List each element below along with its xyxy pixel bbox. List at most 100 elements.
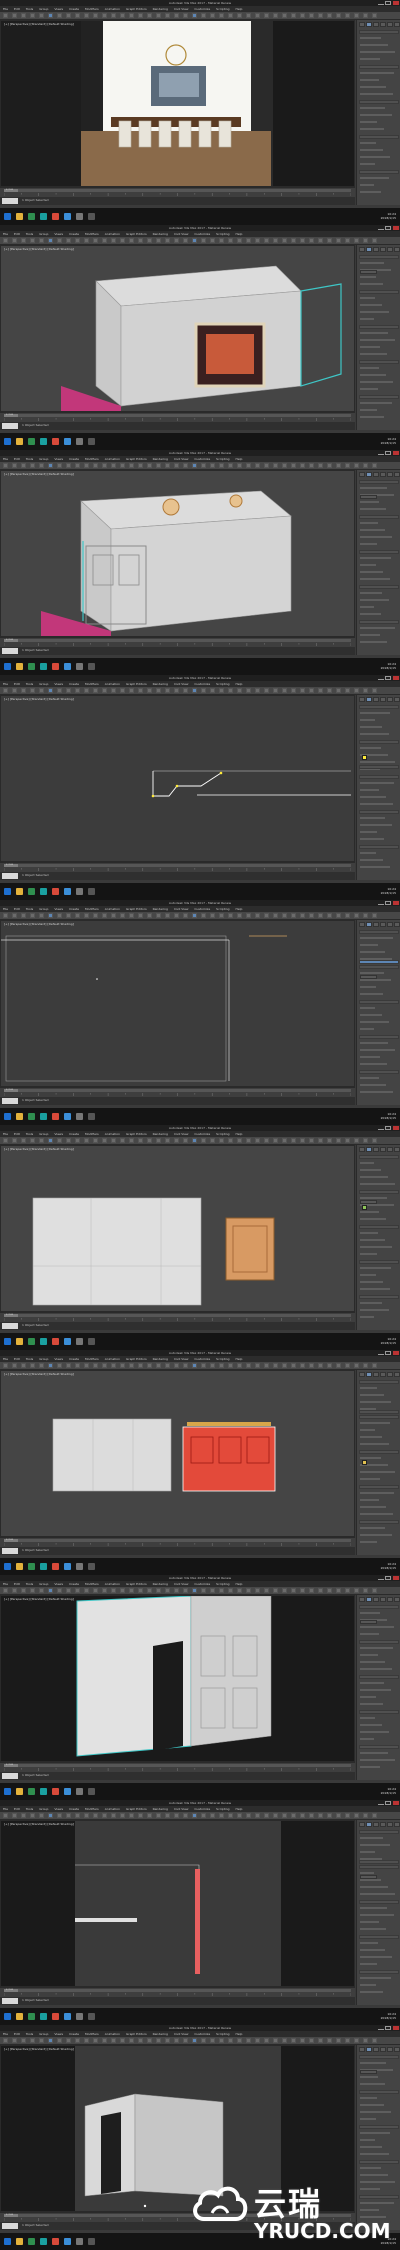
toolbar-button[interactable] xyxy=(300,463,305,468)
rotate-icon[interactable] xyxy=(21,688,26,693)
toolbar-button[interactable] xyxy=(354,1588,359,1593)
rollout-header[interactable] xyxy=(359,1935,399,1939)
app-icon[interactable] xyxy=(64,1338,71,1345)
rollout-header[interactable] xyxy=(359,360,399,364)
scale-icon[interactable] xyxy=(30,1138,35,1143)
browser-icon[interactable] xyxy=(28,1563,35,1570)
toolbar-button[interactable] xyxy=(102,13,107,18)
move-icon[interactable] xyxy=(12,2038,17,2043)
toolbar-button[interactable] xyxy=(246,913,251,918)
toolbar-button[interactable] xyxy=(246,1363,251,1368)
command-panel-tab[interactable] xyxy=(366,247,372,252)
rollout-header[interactable] xyxy=(359,1640,399,1644)
toolbar-button[interactable] xyxy=(93,1813,98,1818)
render-icon[interactable] xyxy=(372,13,377,18)
toolbar-button[interactable] xyxy=(57,1813,62,1818)
toolbar-button[interactable] xyxy=(291,688,296,693)
browser-icon[interactable] xyxy=(28,2013,35,2020)
scale-icon[interactable] xyxy=(30,463,35,468)
window-maximize-icon[interactable] xyxy=(385,1576,391,1580)
toolbar-button[interactable] xyxy=(318,238,323,243)
command-panel-tab[interactable] xyxy=(387,472,393,477)
command-panel-tab[interactable] xyxy=(380,922,386,927)
toolbar-button[interactable] xyxy=(93,2038,98,2043)
toolbar-button[interactable] xyxy=(102,463,107,468)
select-icon[interactable] xyxy=(3,1363,8,1368)
browser-icon[interactable] xyxy=(28,1338,35,1345)
toolbar-button[interactable] xyxy=(165,238,170,243)
app-icon[interactable] xyxy=(52,663,59,670)
command-panel-tab[interactable] xyxy=(359,22,365,27)
toolbar-button[interactable] xyxy=(219,913,224,918)
toolbar-button[interactable] xyxy=(66,1363,71,1368)
folder-icon[interactable] xyxy=(16,663,23,670)
app-icon[interactable] xyxy=(76,663,83,670)
toolbar-button[interactable] xyxy=(57,2038,62,2043)
toolbar-button[interactable] xyxy=(201,1138,206,1143)
toolbar-button[interactable] xyxy=(174,2038,179,2043)
rotate-icon[interactable] xyxy=(21,1588,26,1593)
start-icon[interactable] xyxy=(4,663,11,670)
toolbar-button[interactable] xyxy=(93,238,98,243)
toolbar-button[interactable] xyxy=(327,1138,332,1143)
toolbar-button[interactable] xyxy=(192,913,197,918)
start-icon[interactable] xyxy=(4,1338,11,1345)
command-panel-tab[interactable] xyxy=(387,22,393,27)
rollout-header[interactable] xyxy=(359,1865,399,1869)
app-icon[interactable] xyxy=(52,888,59,895)
toolbar-button[interactable] xyxy=(363,1138,368,1143)
rollout-header[interactable] xyxy=(359,1035,399,1039)
window-minimize-icon[interactable] xyxy=(378,2026,384,2030)
toolbar-button[interactable] xyxy=(39,688,44,693)
scale-icon[interactable] xyxy=(30,688,35,693)
command-panel-tab[interactable] xyxy=(359,2047,365,2052)
time-slider-track[interactable] xyxy=(4,1539,351,1542)
command-panel-tab[interactable] xyxy=(380,1822,386,1827)
command-panel-tab[interactable] xyxy=(366,2047,372,2052)
time-slider-track[interactable] xyxy=(4,639,351,642)
toolbar-button[interactable] xyxy=(300,13,305,18)
toolbar-button[interactable] xyxy=(93,1588,98,1593)
toolbar-button[interactable] xyxy=(219,1813,224,1818)
folder-icon[interactable] xyxy=(16,1563,23,1570)
toolbar-button[interactable] xyxy=(165,2038,170,2043)
rollout-header[interactable] xyxy=(359,1410,399,1414)
app-icon[interactable] xyxy=(64,2238,71,2245)
browser-icon[interactable] xyxy=(28,1788,35,1795)
toolbar-button[interactable] xyxy=(363,13,368,18)
toolbar-button[interactable] xyxy=(336,238,341,243)
toolbar-button[interactable] xyxy=(354,238,359,243)
toolbar-button[interactable] xyxy=(147,463,152,468)
toolbar-button[interactable] xyxy=(111,13,116,18)
app-icon[interactable] xyxy=(52,2238,59,2245)
toolbar-button[interactable] xyxy=(336,2038,341,2043)
toolbar-button[interactable] xyxy=(111,1138,116,1143)
rollout-header[interactable] xyxy=(359,2160,399,2164)
toolbar-button[interactable] xyxy=(309,463,314,468)
app-icon[interactable] xyxy=(76,438,83,445)
rollout-header[interactable] xyxy=(359,705,399,709)
rollout-header[interactable] xyxy=(359,65,399,69)
toolbar-button[interactable] xyxy=(246,463,251,468)
toolbar-button[interactable] xyxy=(318,913,323,918)
toolbar-button[interactable] xyxy=(174,913,179,918)
rotate-icon[interactable] xyxy=(21,238,26,243)
app-icon[interactable] xyxy=(64,1563,71,1570)
3dsmax-icon[interactable] xyxy=(40,2238,47,2245)
rotate-icon[interactable] xyxy=(21,1138,26,1143)
viewport[interactable]: [+] [Perspective] [Standard] [Default Sh… xyxy=(0,20,355,187)
rollout-header[interactable] xyxy=(359,515,399,519)
toolbar-button[interactable] xyxy=(309,913,314,918)
toolbar-button[interactable] xyxy=(336,13,341,18)
toolbar-button[interactable] xyxy=(183,1588,188,1593)
app-icon[interactable] xyxy=(76,1113,83,1120)
maxscript-listener[interactable] xyxy=(2,873,18,879)
rollout-header[interactable] xyxy=(359,480,399,484)
toolbar-button[interactable] xyxy=(246,2038,251,2043)
toolbar-button[interactable] xyxy=(228,13,233,18)
toolbar-button[interactable] xyxy=(156,1363,161,1368)
select-icon[interactable] xyxy=(3,238,8,243)
window-close-icon[interactable] xyxy=(393,1,399,5)
toolbar-button[interactable] xyxy=(327,238,332,243)
toolbar-button[interactable] xyxy=(210,463,215,468)
